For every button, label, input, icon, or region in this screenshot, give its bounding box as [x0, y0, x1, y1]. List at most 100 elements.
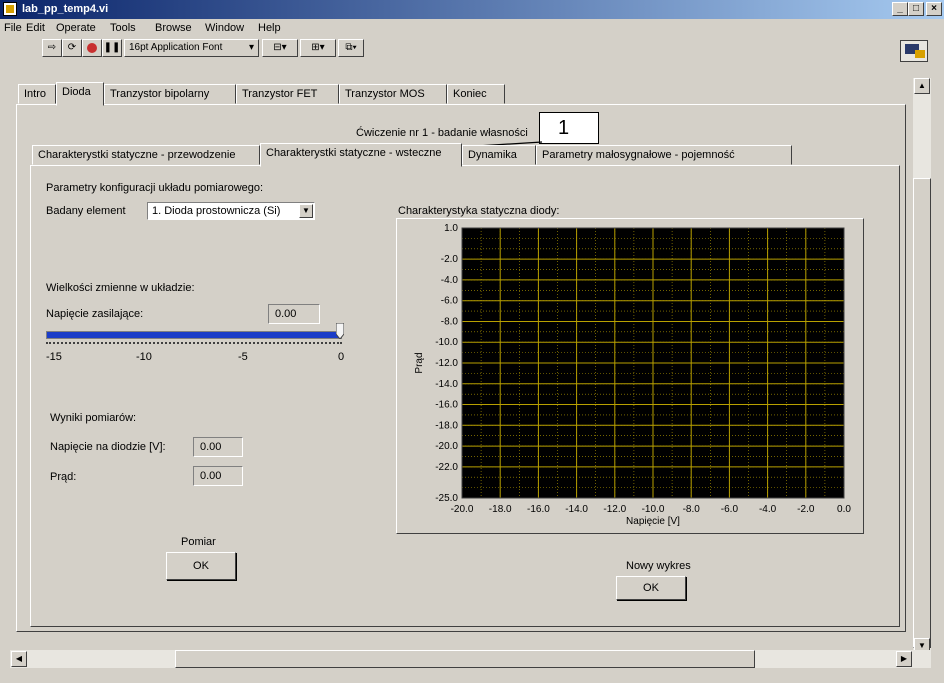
- x-tick-label: -14.0: [565, 504, 588, 515]
- vertical-scrollbar[interactable]: ▲ ▼: [913, 78, 931, 658]
- subtab-przewodzenie[interactable]: Charakterystki statyczne - przewodzenie: [32, 145, 260, 165]
- scroll-left-icon[interactable]: ◀: [11, 651, 27, 667]
- menu-browse[interactable]: Browse: [155, 22, 192, 34]
- slider-tick-label: 0: [338, 351, 345, 363]
- config-heading: Parametry konfiguracji układu pomiaroweg…: [46, 182, 264, 194]
- x-tick-label: -8.0: [683, 504, 701, 515]
- element-label: Badany element: [46, 205, 126, 217]
- diode-voltage-label: Napięcie na diodzie [V]:: [50, 441, 166, 453]
- element-select-value: 1. Dioda prostownicza (Si): [152, 205, 281, 217]
- y-tick-label: -22.0: [435, 462, 458, 473]
- x-tick-label: -4.0: [759, 504, 777, 515]
- x-tick-label: -16.0: [527, 504, 550, 515]
- callout-box: 1: [539, 112, 599, 144]
- align-objects-icon[interactable]: ⊟▾: [262, 39, 298, 57]
- x-tick-label: -2.0: [797, 504, 815, 515]
- main-tab-row: Intro Dioda Tranzystor bipolarny Tranzys…: [18, 82, 618, 106]
- menu-help[interactable]: Help: [258, 22, 281, 34]
- element-select[interactable]: 1. Dioda prostownicza (Si) ▼: [147, 202, 315, 220]
- tab-tranzystor-mos[interactable]: Tranzystor MOS: [339, 84, 447, 104]
- slider-thumb[interactable]: [335, 322, 345, 340]
- current-label: Prąd:: [50, 471, 77, 483]
- x-tick-label: -18.0: [489, 504, 512, 515]
- measure-label: Pomiar: [181, 536, 216, 548]
- supply-voltage-label: Napięcie zasilające:: [46, 308, 144, 320]
- measure-ok-button[interactable]: OK: [166, 552, 236, 580]
- results-heading: Wyniki pomiarów:: [50, 412, 137, 424]
- y-tick-label: -2.0: [441, 254, 459, 265]
- menu-window[interactable]: Window: [205, 22, 244, 34]
- current-field: 0.00: [193, 466, 243, 486]
- x-tick-label: -10.0: [642, 504, 665, 515]
- horizontal-scrollbar[interactable]: ◀ ▶: [10, 650, 931, 668]
- x-tick-label: 0.0: [837, 504, 851, 515]
- run-continuous-icon[interactable]: ⟳: [62, 39, 82, 57]
- subtab-pojemnosc[interactable]: Parametry małosygnałowe - pojemność: [536, 145, 792, 165]
- y-tick-label: -16.0: [435, 400, 458, 411]
- window-title: lab_pp_temp4.vi: [22, 3, 109, 15]
- vertical-scroll-thumb[interactable]: [913, 178, 931, 648]
- slider-fill: [47, 332, 341, 338]
- voltage-slider[interactable]: [46, 322, 346, 364]
- callout-number: 1: [558, 117, 570, 139]
- menu-file[interactable]: File: [4, 22, 22, 34]
- y-tick-label: -25.0: [435, 493, 458, 504]
- vi-icon[interactable]: [900, 40, 928, 62]
- pause-icon[interactable]: ❚❚: [102, 39, 122, 57]
- new-chart-label: Nowy wykres: [626, 560, 691, 572]
- x-tick-label: -6.0: [721, 504, 739, 515]
- y-tick-label: -14.0: [435, 379, 458, 390]
- distribute-objects-icon[interactable]: ⊞▾: [300, 39, 336, 57]
- menu-bar: File Edit Operate Tools Browse Window He…: [0, 20, 944, 38]
- tab-tranzystor-bipolarny[interactable]: Tranzystor bipolarny: [104, 84, 236, 104]
- scroll-right-icon[interactable]: ▶: [896, 651, 912, 667]
- horizontal-scroll-thumb[interactable]: [175, 650, 755, 668]
- x-axis-label: Napięcie [V]: [626, 516, 680, 527]
- tab-tranzystor-fet[interactable]: Tranzystor FET: [236, 84, 339, 104]
- chevron-down-icon: ▼: [299, 204, 313, 218]
- chart-area[interactable]: -20.0 -18.0 -16.0 -14.0 -12.0 -10.0 -8.0 -6.0 -4…: [396, 218, 864, 534]
- y-tick-label: -10.0: [435, 337, 458, 348]
- scroll-up-icon[interactable]: ▲: [914, 78, 930, 94]
- chart-title: Charakterystyka statyczna diody:: [398, 205, 560, 217]
- menu-tools[interactable]: Tools: [110, 22, 136, 34]
- subtab-wsteczne[interactable]: Charakterystki statyczne - wsteczne: [260, 143, 462, 167]
- variables-heading: Wielkości zmienne w układzie:: [46, 282, 195, 294]
- tab-dioda[interactable]: Dioda: [56, 82, 104, 106]
- slider-track: [46, 331, 342, 339]
- run-arrow-icon[interactable]: ⇨: [42, 39, 62, 57]
- new-chart-ok-button[interactable]: OK: [616, 576, 686, 600]
- y-tick-label: -4.0: [441, 275, 459, 286]
- font-select[interactable]: 16pt Application Font ▾: [124, 39, 259, 57]
- y-tick-label: -8.0: [441, 316, 459, 327]
- slider-ticks: [46, 342, 342, 348]
- menu-edit[interactable]: Edit: [26, 22, 45, 34]
- toolbar: ⇨ ⟳ ❚❚ 16pt Application Font ▾ ⊟▾ ⊞▾ ⧉▾: [0, 38, 944, 62]
- maximize-button[interactable]: □: [908, 2, 924, 16]
- title-bar: lab_pp_temp4.vi _ □ ×: [0, 0, 944, 19]
- reorder-icon[interactable]: ⧉▾: [338, 39, 364, 57]
- y-tick-label: -6.0: [441, 296, 459, 307]
- slider-tick-label: -10: [136, 351, 152, 363]
- exercise-title: Ćwiczenie nr 1 - badanie własności: [356, 127, 528, 139]
- y-tick-label: -18.0: [435, 420, 458, 431]
- diode-voltage-field: 0.00: [193, 437, 243, 457]
- subtab-dynamika[interactable]: Dynamika: [462, 145, 536, 165]
- tab-intro[interactable]: Intro: [18, 84, 56, 104]
- font-select-value: 16pt Application Font: [129, 42, 223, 53]
- close-button[interactable]: ×: [926, 2, 942, 16]
- tab-koniec[interactable]: Koniec: [447, 84, 505, 104]
- minimize-button[interactable]: _: [892, 2, 908, 16]
- y-axis-label: Prąd: [414, 352, 425, 373]
- supply-voltage-field[interactable]: 0.00: [268, 304, 320, 324]
- labview-icon[interactable]: [3, 2, 17, 16]
- x-tick-label: -12.0: [603, 504, 626, 515]
- y-tick-label: -20.0: [435, 441, 458, 452]
- y-tick-label: -12.0: [435, 358, 458, 369]
- menu-operate[interactable]: Operate: [56, 22, 96, 34]
- sub-tab-row: Charakterystki statyczne - przewodzenie …: [32, 143, 812, 167]
- abort-icon[interactable]: [82, 39, 102, 57]
- slider-tick-label: -5: [238, 351, 248, 363]
- y-tick-label: 1.0: [444, 223, 458, 234]
- x-tick-label: -20.0: [451, 504, 474, 515]
